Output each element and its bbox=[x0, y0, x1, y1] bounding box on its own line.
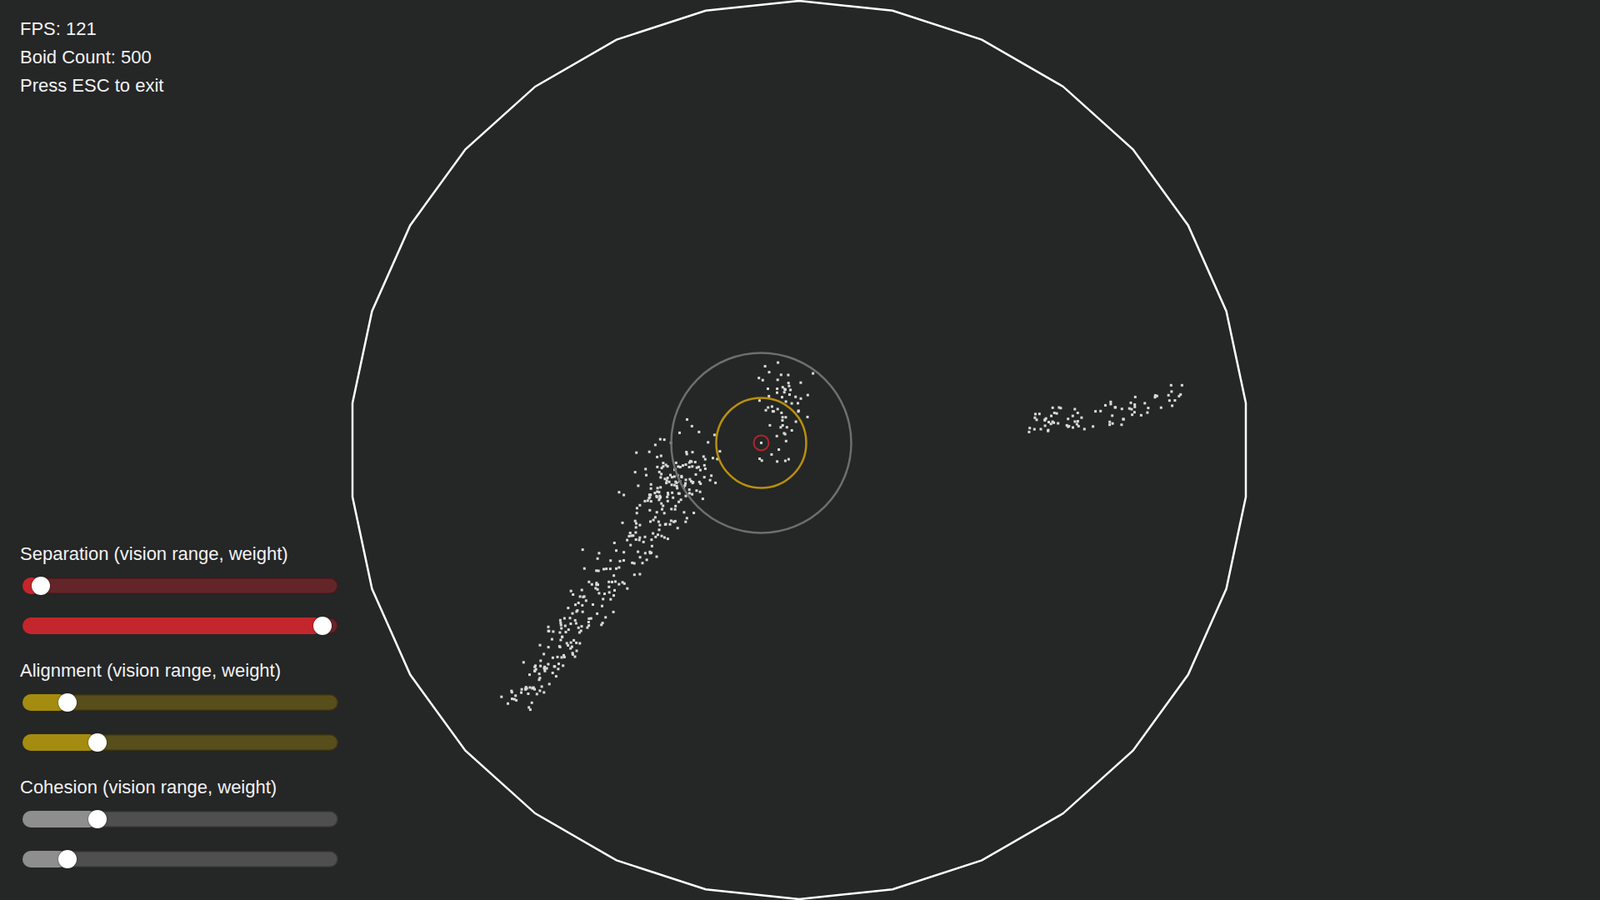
slider-row bbox=[20, 682, 339, 723]
fps-counter: FPS: 121 bbox=[20, 15, 339, 44]
slider-thumb[interactable] bbox=[31, 576, 50, 595]
boundary bbox=[352, 0, 1246, 900]
slider-track[interactable] bbox=[22, 577, 339, 595]
slider-track[interactable] bbox=[22, 734, 339, 751]
hud: FPS: 121Boid Count: 500Press ESC to exit bbox=[20, 15, 339, 100]
slider-track[interactable] bbox=[22, 617, 339, 635]
slider-thumb[interactable] bbox=[313, 616, 332, 635]
alignment-range bbox=[715, 397, 806, 488]
slider-row bbox=[20, 605, 339, 646]
slider-row bbox=[20, 565, 339, 606]
slider-label: Alignment (vision range, weight) bbox=[20, 659, 339, 683]
slider-groups: Separation (vision range, weight) Alignme… bbox=[20, 542, 339, 880]
slider-group: Alignment (vision range, weight) bbox=[20, 659, 339, 763]
slider-track[interactable] bbox=[22, 694, 339, 711]
slider-label: Cohesion (vision range, weight) bbox=[20, 775, 339, 800]
slider-thumb[interactable] bbox=[58, 850, 77, 869]
slider-fill bbox=[22, 810, 98, 828]
slider-fill bbox=[22, 617, 323, 635]
slider-thumb[interactable] bbox=[58, 693, 77, 712]
slider-track[interactable] bbox=[22, 810, 339, 828]
slider-row bbox=[20, 722, 339, 763]
selected-boid bbox=[760, 441, 763, 445]
slider-track[interactable] bbox=[22, 850, 339, 868]
boid-count: Boid Count: 500 bbox=[20, 43, 339, 72]
slider-row bbox=[20, 839, 339, 880]
simulation-canvas bbox=[0, 0, 1600, 900]
slider-group: Separation (vision range, weight) bbox=[20, 542, 339, 646]
slider-thumb[interactable] bbox=[88, 733, 107, 752]
slider-group: Cohesion (vision range, weight) bbox=[20, 775, 339, 880]
slider-fill bbox=[22, 734, 98, 751]
slider-label: Separation (vision range, weight) bbox=[20, 542, 339, 566]
exit-hint: Press ESC to exit bbox=[20, 71, 339, 100]
cohesion-range bbox=[670, 352, 851, 533]
boid-flock bbox=[500, 361, 1184, 711]
slider-thumb[interactable] bbox=[88, 810, 107, 829]
separation-range bbox=[753, 435, 769, 450]
control-panel: FPS: 121Boid Count: 500Press ESC to exit… bbox=[0, 0, 359, 900]
slider-row bbox=[20, 799, 339, 840]
